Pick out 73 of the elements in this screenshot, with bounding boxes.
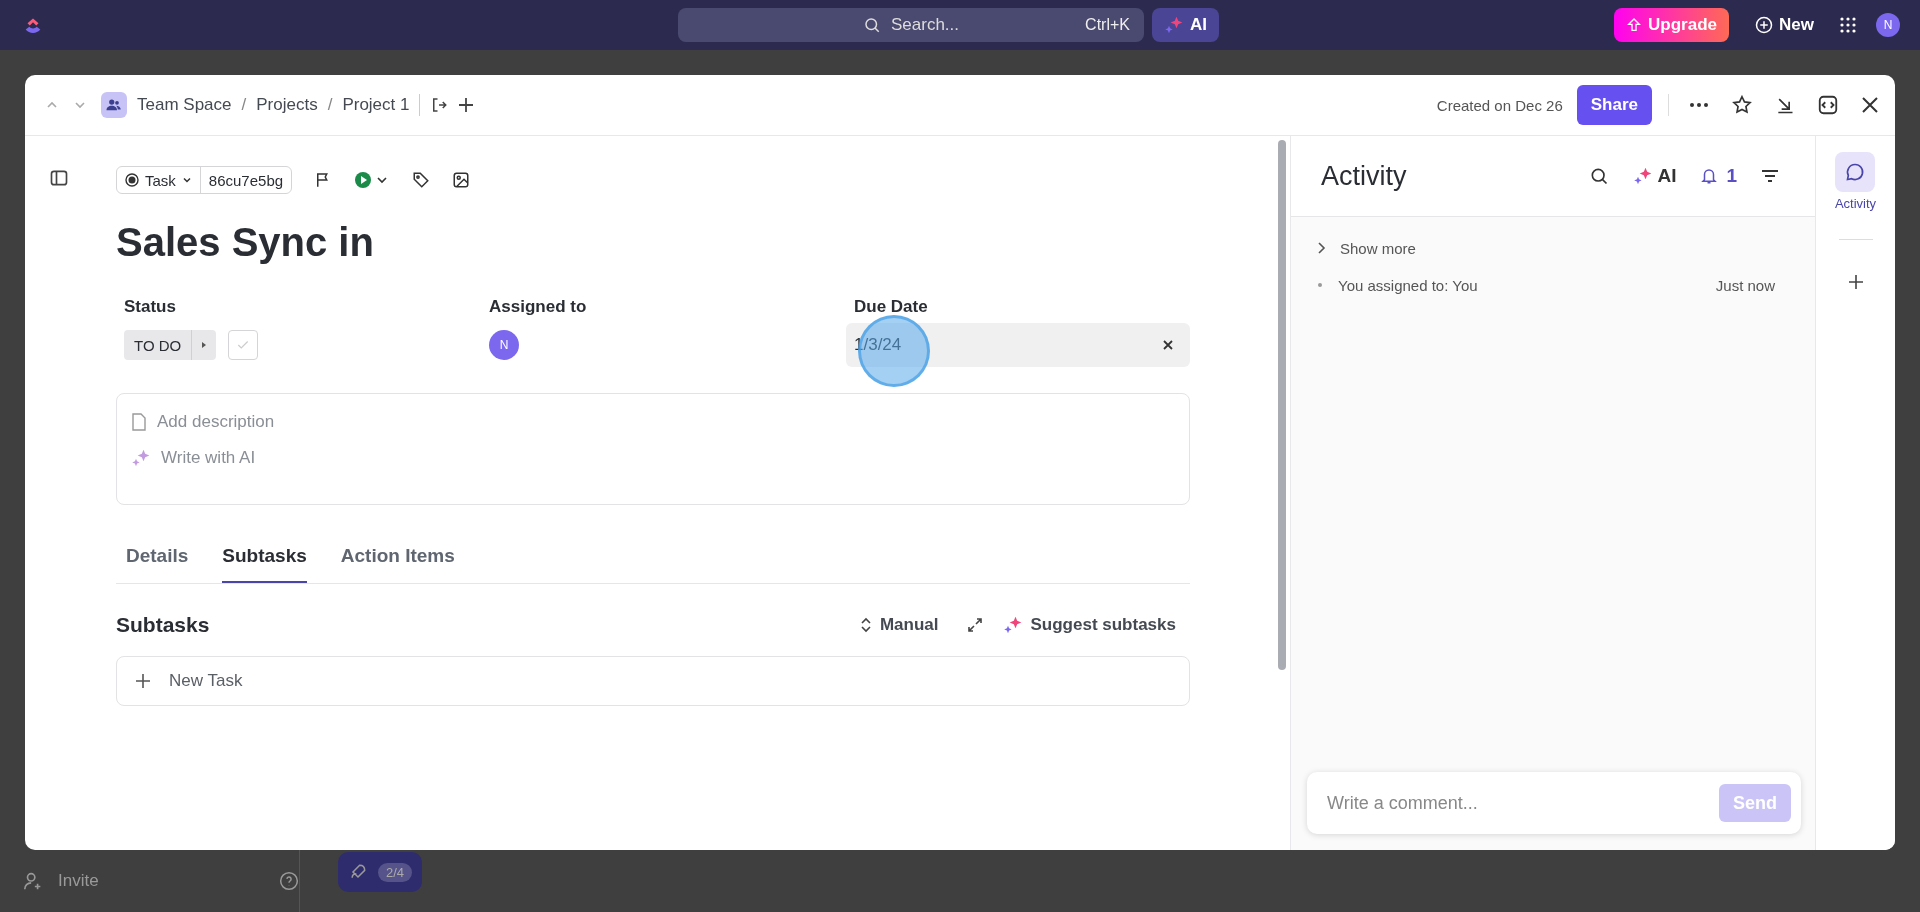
sort-button[interactable]: Manual [859,615,939,635]
scrollbar[interactable] [1278,140,1286,670]
upgrade-icon [1626,17,1643,33]
sparkle-icon [1633,166,1654,186]
ai-button[interactable]: AI [1633,165,1677,187]
field-label: Assigned to [489,297,588,317]
document-icon [131,413,147,431]
breadcrumb-link[interactable]: Team Space [137,95,232,115]
clear-icon[interactable] [1162,339,1174,351]
user-avatar[interactable]: N [1876,13,1900,37]
checkmark-icon [236,338,251,352]
sort-icon [859,617,872,633]
ai-button[interactable]: AI [1152,8,1219,42]
tab[interactable]: Action Items [340,545,455,583]
expand-icon[interactable] [966,617,983,633]
search-field[interactable]: Search... Ctrl+K [678,8,1144,42]
chat-bubble-icon [1835,152,1876,192]
search-icon [862,16,881,34]
field-label: Status [124,297,177,317]
team-icon [101,92,127,118]
activity-time: Just now [1715,276,1775,294]
shortcut-label: Ctrl+K [1085,16,1130,34]
breadcrumb-separator: / [327,95,333,115]
chevron-down-icon [181,175,192,185]
activity-tab[interactable]: Activity [1834,152,1877,211]
comment-field[interactable]: Write a comment... Send [1307,772,1801,834]
status-button[interactable]: TO DO [124,330,193,360]
activity-title: Activity [1321,160,1408,192]
image-icon[interactable] [452,171,471,189]
sidebar-toggle-icon[interactable] [48,168,69,188]
activity-entry: You assigned to: You [1337,276,1479,294]
task-title[interactable]: Sales Sync in [116,220,1190,265]
suggest-subtasks-button[interactable]: Suggest subtasks [1002,615,1176,635]
tab[interactable]: Subtasks [222,545,307,583]
chevron-right-icon [1316,241,1326,255]
move-icon[interactable] [430,96,449,114]
description-placeholder: Add description [157,412,275,432]
breadcrumb-link[interactable]: Project 1 [342,95,410,115]
show-more-button[interactable]: Show more [1316,231,1785,265]
collapse-panel-icon[interactable] [1817,94,1839,116]
more-icon[interactable] [1689,102,1709,108]
new-button[interactable]: New [1749,14,1820,36]
sparkle-icon [1002,615,1023,635]
field-label: Due Date [854,297,929,317]
search-icon[interactable] [1589,166,1610,186]
bell-icon [1700,167,1719,185]
plus-icon[interactable] [458,97,475,113]
progress-count: 2/4 [378,862,413,882]
sparkle-icon [1164,15,1184,35]
sparkle-icon [131,448,151,468]
complete-checkbox[interactable] [228,330,259,360]
help-icon[interactable] [279,871,299,891]
plus-circle-icon [1755,16,1774,34]
share-button[interactable]: Share [1576,85,1652,125]
task-type-dropdown[interactable]: Task [117,167,200,193]
plus-icon[interactable] [1847,274,1864,290]
assignee-avatar[interactable]: N [489,330,519,360]
star-icon[interactable] [1731,94,1753,116]
new-task-button[interactable]: New Task [116,656,1190,706]
apps-grid-icon[interactable] [1840,17,1856,33]
invite-link[interactable]: Invite [58,871,265,891]
notifications-button[interactable]: 1 [1700,165,1737,187]
subtasks-heading: Subtasks [116,613,211,637]
breadcrumb-link[interactable]: Projects [256,95,318,115]
task-id-label[interactable]: 86cu7e5bg [199,167,292,193]
breadcrumb-separator: / [241,95,247,115]
tab[interactable]: Details [126,545,189,583]
filter-icon[interactable] [1761,169,1779,183]
radio-icon [125,173,139,187]
tag-icon[interactable] [412,171,431,189]
created-date-label: Created on Dec 26 [1436,96,1563,114]
plus-icon [135,673,151,689]
close-icon[interactable] [1861,96,1879,114]
